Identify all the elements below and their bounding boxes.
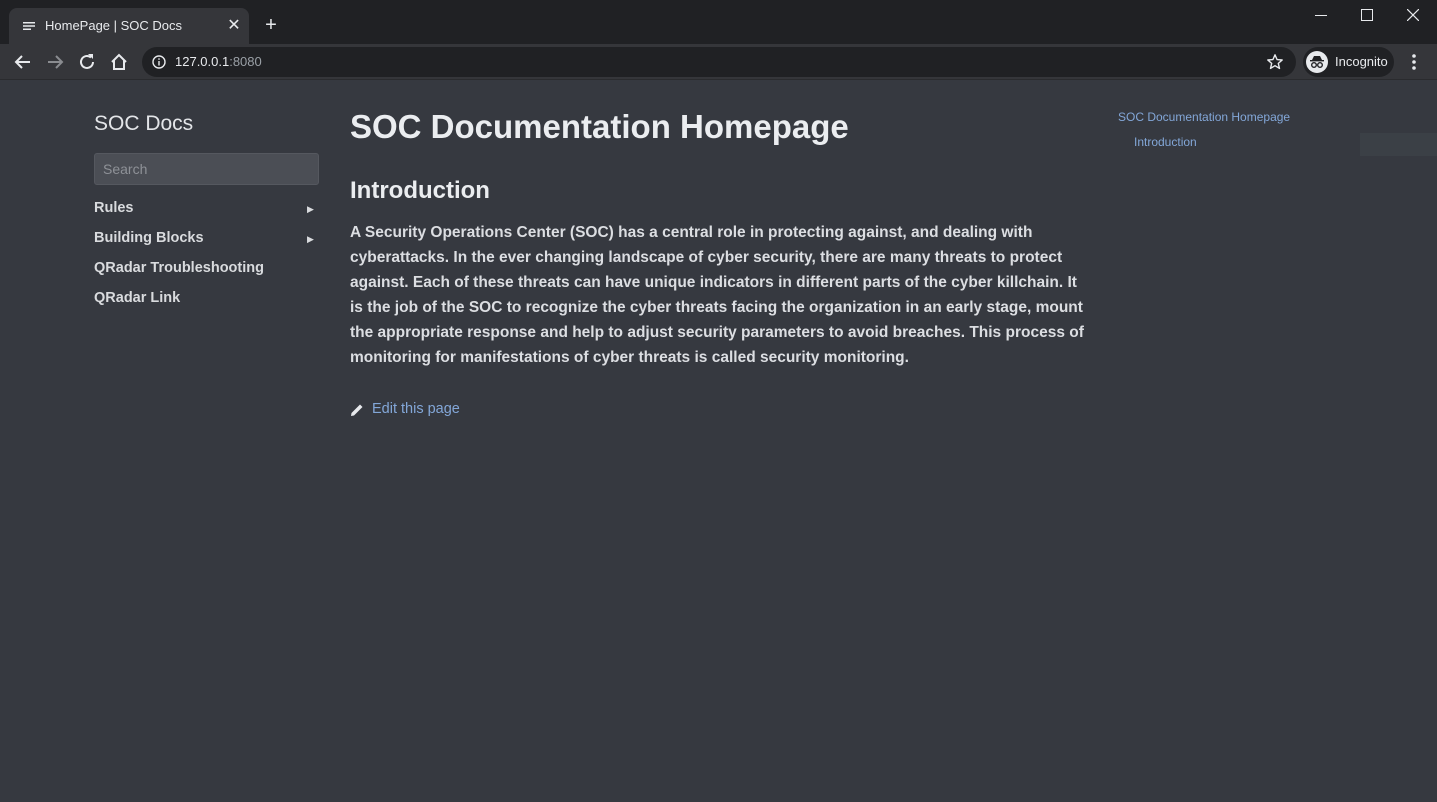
maximize-button[interactable] — [1344, 0, 1390, 32]
pencil-icon — [351, 404, 363, 416]
info-icon[interactable] — [152, 55, 166, 69]
incognito-icon — [1306, 51, 1328, 73]
search-input[interactable] — [94, 153, 319, 185]
arrow-right-icon — [48, 55, 64, 69]
incognito-label: Incognito — [1335, 54, 1388, 69]
reload-button[interactable] — [75, 50, 99, 74]
sidebar-item-label: Building Blocks — [94, 230, 204, 246]
url-port: :8080 — [229, 54, 262, 69]
back-button[interactable] — [11, 50, 35, 74]
toc-item-homepage[interactable]: SOC Documentation Homepage — [1118, 110, 1290, 124]
browser-tab[interactable]: HomePage | SOC Docs ✕ — [9, 8, 249, 44]
sidebar-item-label: QRadar Link — [94, 290, 181, 306]
browser-titlebar: HomePage | SOC Docs ✕ + — [0, 0, 1437, 44]
sidebar-item-qradar-troubleshooting[interactable]: QRadar Troubleshooting — [94, 260, 319, 284]
arrow-left-icon — [14, 55, 30, 69]
home-button[interactable] — [107, 50, 131, 74]
caret-right-icon: ▶ — [307, 234, 314, 244]
home-icon — [111, 53, 127, 70]
sidebar-item-building-blocks[interactable]: Building Blocks ▶ — [94, 230, 319, 254]
sidebar-item-label: QRadar Troubleshooting — [94, 260, 264, 276]
toc-item-introduction[interactable]: Introduction — [1134, 135, 1197, 149]
sidebar-item-qradar-link[interactable]: QRadar Link — [94, 290, 319, 314]
document-icon — [23, 22, 35, 30]
url-host: 127.0.0.1 — [175, 54, 230, 69]
intro-paragraph: A Security Operations Center (SOC) has a… — [350, 224, 1084, 366]
close-icon — [1407, 9, 1419, 21]
edit-page-label: Edit this page — [372, 401, 460, 417]
address-bar[interactable]: 127.0.0.1:8080 — [142, 47, 1296, 77]
star-icon[interactable] — [1266, 53, 1284, 71]
sidebar-item-rules[interactable]: Rules ▶ — [94, 200, 319, 224]
site-title[interactable]: SOC Docs — [94, 112, 193, 136]
close-tab-icon[interactable]: ✕ — [225, 17, 243, 35]
sidebar-item-label: Rules — [94, 200, 134, 216]
new-tab-icon[interactable]: + — [260, 15, 282, 37]
url-text: 127.0.0.1:8080 — [175, 54, 262, 69]
browser-toolbar: 127.0.0.1:8080 Incognito — [0, 44, 1437, 80]
caret-right-icon: ▶ — [307, 204, 314, 214]
section-heading: Introduction — [350, 177, 490, 204]
maximize-icon — [1361, 9, 1373, 21]
forward-button[interactable] — [43, 50, 67, 74]
incognito-badge[interactable]: Incognito — [1303, 47, 1394, 77]
minimize-icon — [1315, 15, 1327, 16]
reload-icon — [80, 54, 94, 69]
more-vert-icon[interactable] — [1404, 50, 1424, 74]
page-title: SOC Documentation Homepage — [350, 108, 849, 145]
tab-title: HomePage | SOC Docs — [45, 18, 183, 33]
minimize-button[interactable] — [1298, 0, 1344, 32]
close-window-button[interactable] — [1390, 0, 1436, 32]
faded-overlay — [1360, 133, 1437, 156]
